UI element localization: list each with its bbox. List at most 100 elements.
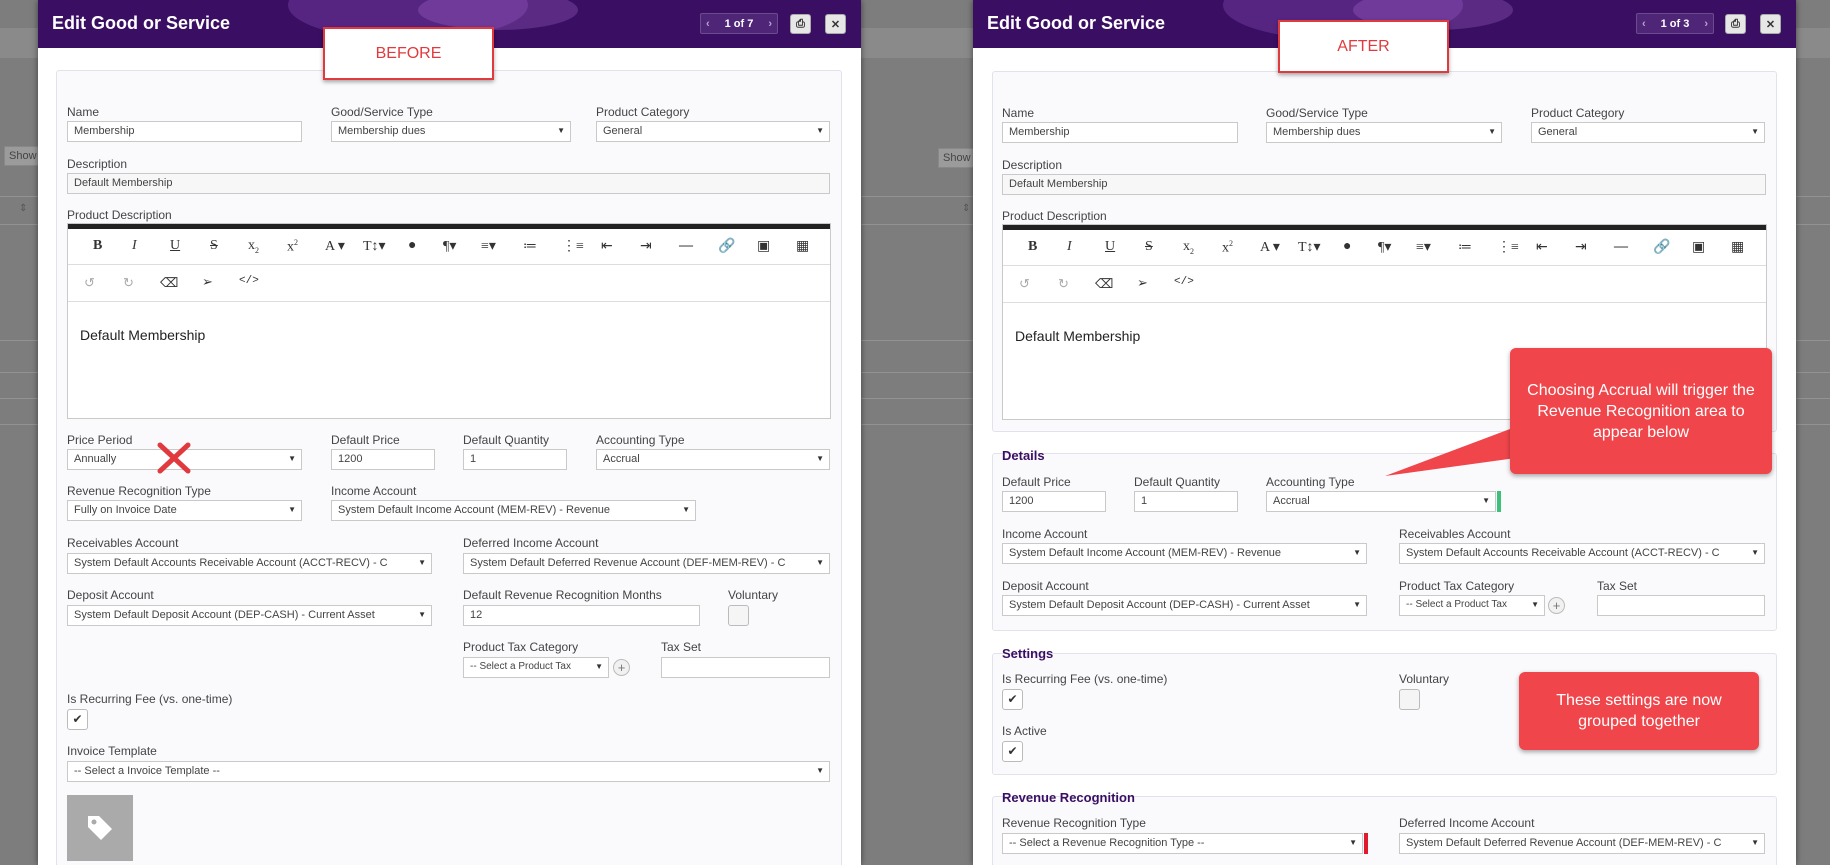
invoice-template-select[interactable]: -- Select a Invoice Template -- [67,761,830,782]
horizontal-rule-icon[interactable]: — [1614,239,1628,255]
name-input[interactable]: Membership [67,121,302,142]
tax-category-select[interactable]: -- Select a Product Tax [463,657,609,678]
align-icon[interactable]: ≡▾ [481,238,496,255]
font-color-icon[interactable]: A ▾ [1260,239,1280,256]
italic-icon[interactable]: I [132,238,137,254]
revenue-recognition-months-input[interactable]: 12 [463,605,700,626]
strikethrough-icon[interactable]: S [1145,239,1153,255]
print-button[interactable]: ⎙ [1725,14,1746,34]
deferred-income-account-select[interactable]: System Default Deferred Revenue Account … [1399,833,1765,854]
category-select[interactable]: General [596,121,830,142]
bold-icon[interactable]: B [1028,239,1037,255]
eraser-icon[interactable]: ⌫ [1095,276,1113,292]
recurring-fee-checkbox[interactable]: ✔ [67,709,88,730]
income-account-select[interactable]: System Default Income Account (MEM-REV) … [331,500,696,521]
product-image[interactable] [67,795,133,861]
show-button[interactable]: Show [938,148,974,168]
align-icon[interactable]: ≡▾ [1416,239,1431,256]
sort-icon[interactable]: ⇕ [19,203,27,214]
accounting-type-select[interactable]: Accrual [1266,491,1496,512]
add-icon[interactable]: + [1548,597,1565,614]
description-input[interactable]: Default Membership [67,173,830,194]
cursor-icon[interactable]: ➢ [202,274,213,290]
ordered-list-icon[interactable]: ≔ [1458,239,1472,256]
voluntary-checkbox[interactable] [728,605,749,626]
underline-icon[interactable]: U [1105,239,1115,255]
link-icon[interactable]: 🔗 [1653,239,1670,256]
add-icon[interactable]: + [613,659,630,676]
record-pager[interactable]: ‹ 1 of 7 › [700,13,778,34]
strikethrough-icon[interactable]: S [210,238,218,254]
horizontal-rule-icon[interactable]: — [679,238,693,254]
code-view-icon[interactable]: </> [239,275,259,287]
tax-set-input[interactable] [661,657,830,678]
income-account-select[interactable]: System Default Income Account (MEM-REV) … [1002,543,1367,564]
font-color-icon[interactable]: A ▾ [325,238,345,255]
is-active-checkbox[interactable]: ✔ [1002,741,1023,762]
deferred-income-account-select[interactable]: System Default Deferred Revenue Account … [463,553,830,574]
voluntary-checkbox[interactable] [1399,689,1420,710]
redo-icon[interactable]: ↻ [123,275,134,291]
highlight-icon[interactable]: ● [1343,239,1351,255]
redo-icon[interactable]: ↻ [1058,276,1069,292]
underline-icon[interactable]: U [170,238,180,254]
unordered-list-icon[interactable]: ⋮≡ [1497,239,1519,256]
show-button[interactable]: Show [4,146,40,166]
font-size-icon[interactable]: T↕▾ [1298,239,1321,256]
default-price-input[interactable]: 1200 [1002,491,1106,512]
link-icon[interactable]: 🔗 [718,238,735,255]
table-icon[interactable]: ▦ [796,238,809,255]
chevron-left-icon[interactable]: ‹ [1642,18,1646,30]
subscript-icon[interactable]: x2 [1183,239,1194,256]
accounting-type-select[interactable]: Accrual [596,449,830,470]
superscript-icon[interactable]: x2 [287,238,298,256]
editor-content[interactable]: Default Membership [1015,328,1140,344]
editor-content[interactable]: Default Membership [80,327,205,343]
outdent-icon[interactable]: ⇤ [601,238,613,255]
paragraph-icon[interactable]: ¶▾ [1378,239,1391,256]
indent-icon[interactable]: ⇥ [640,238,652,255]
sort-icon[interactable]: ⇕ [962,203,970,214]
category-select[interactable]: General [1531,122,1765,143]
font-size-icon[interactable]: T↕▾ [363,238,386,255]
description-input[interactable]: Default Membership [1002,174,1766,195]
tax-set-input[interactable] [1597,595,1765,616]
default-quantity-input[interactable]: 1 [1134,491,1238,512]
close-button[interactable]: ✕ [1760,14,1781,34]
close-button[interactable]: ✕ [825,14,846,34]
name-input[interactable]: Membership [1002,122,1238,143]
image-icon[interactable]: ▣ [1692,239,1705,256]
image-icon[interactable]: ▣ [757,238,770,255]
bold-icon[interactable]: B [93,238,102,254]
print-button[interactable]: ⎙ [790,14,811,34]
chevron-right-icon[interactable]: › [1704,18,1708,30]
unordered-list-icon[interactable]: ⋮≡ [562,238,584,255]
rich-text-editor[interactable]: B I U S x2 x2 A ▾ T↕▾ ● ¶▾ ≡▾ ≔ ⋮≡ ⇤ ⇥ —… [67,223,831,419]
highlight-icon[interactable]: ● [408,238,416,254]
code-view-icon[interactable]: </> [1174,276,1194,288]
recurring-fee-checkbox[interactable]: ✔ [1002,689,1023,710]
table-icon[interactable]: ▦ [1731,239,1744,256]
cursor-icon[interactable]: ➢ [1137,275,1148,291]
italic-icon[interactable]: I [1067,239,1072,255]
eraser-icon[interactable]: ⌫ [160,275,178,291]
ordered-list-icon[interactable]: ≔ [523,238,537,255]
record-pager[interactable]: ‹ 1 of 3 › [1636,13,1714,34]
indent-icon[interactable]: ⇥ [1575,239,1587,256]
default-quantity-input[interactable]: 1 [463,449,567,470]
chevron-left-icon[interactable]: ‹ [706,18,710,30]
type-select[interactable]: Membership dues [1266,122,1502,143]
default-price-input[interactable]: 1200 [331,449,435,470]
chevron-right-icon[interactable]: › [768,18,772,30]
receivables-account-select[interactable]: System Default Accounts Receivable Accou… [67,553,432,574]
superscript-icon[interactable]: x2 [1222,239,1233,257]
undo-icon[interactable]: ↺ [1019,276,1030,292]
deposit-account-select[interactable]: System Default Deposit Account (DEP-CASH… [1002,595,1367,616]
type-select[interactable]: Membership dues [331,121,571,142]
outdent-icon[interactable]: ⇤ [1536,239,1548,256]
revenue-recognition-type-select[interactable]: -- Select a Revenue Recognition Type -- [1002,833,1363,854]
deposit-account-select[interactable]: System Default Deposit Account (DEP-CASH… [67,605,432,626]
tax-category-select[interactable]: -- Select a Product Tax [1399,595,1545,616]
undo-icon[interactable]: ↺ [84,275,95,291]
subscript-icon[interactable]: x2 [248,238,259,255]
